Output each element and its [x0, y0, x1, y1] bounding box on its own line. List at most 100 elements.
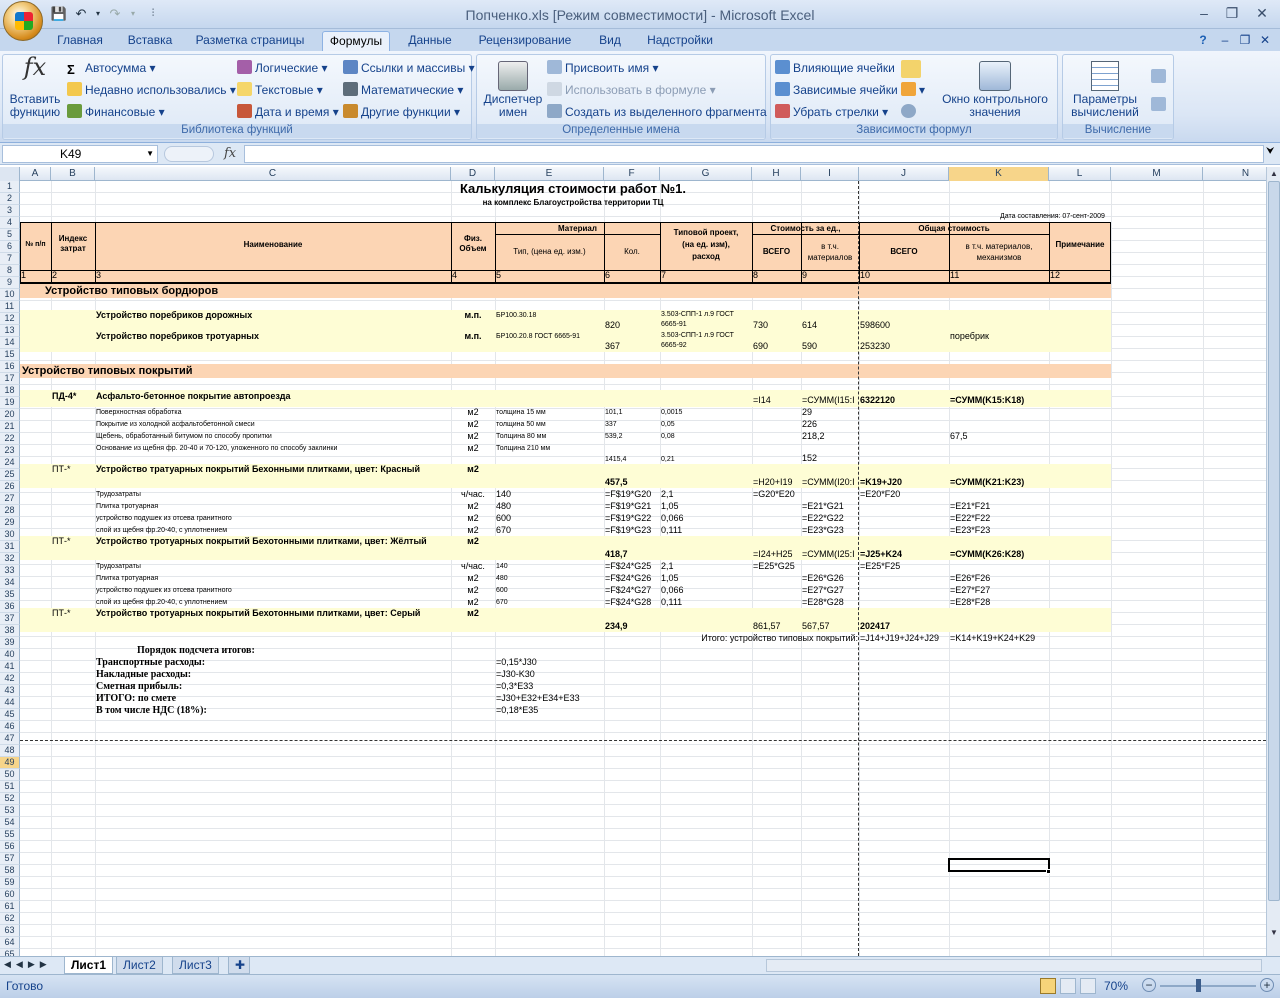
cell[interactable]: 9 [802, 270, 859, 281]
error-checking-icon[interactable]: ▾ [901, 82, 925, 98]
cell[interactable]: м2 [451, 431, 495, 442]
watch-window-button[interactable]: Окно контрольного значения [937, 61, 1053, 119]
tab-insert[interactable]: Вставка [120, 31, 180, 51]
cell[interactable]: 457,5 [605, 477, 660, 488]
row-header[interactable]: 53 [0, 805, 20, 817]
col-header-d[interactable]: D [451, 167, 495, 181]
row-header[interactable]: 35 [0, 589, 20, 601]
row-header[interactable]: 47 [0, 733, 20, 745]
row-header[interactable]: 4 [0, 217, 20, 229]
cell[interactable]: 202417 [860, 621, 949, 632]
minimize-icon[interactable]: ‒ [1192, 4, 1216, 22]
row-header[interactable]: 41 [0, 661, 20, 673]
cell[interactable]: ч/час. [451, 561, 495, 572]
row-header[interactable]: 52 [0, 793, 20, 805]
cell[interactable]: слой из щебня фр.20-40, с уплотнением [96, 597, 451, 608]
cell[interactable]: ч/час. [451, 489, 495, 500]
cell[interactable]: 2,1 [661, 561, 752, 572]
worksheet-grid[interactable]: A B C D E F G H I J K L M N 1 2 3 4 5 6 7 8 9 10 1… [0, 167, 1266, 956]
active-cell[interactable] [948, 858, 1050, 872]
row-header[interactable]: 42 [0, 673, 20, 685]
remove-arrows-button[interactable]: Убрать стрелки ▾ [775, 104, 888, 120]
cell[interactable]: =E25*F25 [860, 561, 949, 572]
cell[interactable]: =F$19*G20 [605, 489, 660, 500]
other-functions-button[interactable]: Другие функции ▾ [343, 104, 460, 120]
evaluate-formula-icon[interactable] [901, 104, 919, 120]
cell[interactable]: 10 [860, 270, 949, 281]
cell[interactable]: 8 [753, 270, 801, 281]
row-header[interactable]: 59 [0, 877, 20, 889]
cell[interactable]: =0,15*J30 [496, 657, 604, 668]
cell[interactable]: 367 [605, 341, 660, 352]
col-header-n[interactable]: N [1203, 167, 1266, 181]
row-header[interactable]: 10 [0, 289, 20, 301]
zoom-slider-thumb[interactable] [1196, 979, 1201, 992]
cell[interactable]: =E25*G25 [753, 561, 801, 572]
cell[interactable]: =J30+E32+E34+E33 [496, 693, 604, 704]
row-header[interactable]: 48 [0, 745, 20, 757]
sheet-nav-icon[interactable]: ◀◀▶▶ [4, 959, 52, 970]
cell[interactable]: Устройство тратуарных покрытий Бехонными… [96, 464, 451, 475]
ribbon-restore-icon[interactable]: ❐ [1236, 31, 1254, 51]
cell[interactable]: =0,3*E33 [496, 681, 604, 692]
zoom-out-icon[interactable]: − [1142, 978, 1156, 992]
ribbon-minimize-icon[interactable]: ‒ [1216, 31, 1234, 51]
scroll-up-icon[interactable]: ▲ [1268, 168, 1280, 180]
cell[interactable]: =СУММ(K15:K18) [950, 395, 1049, 406]
cell[interactable]: 7 [661, 270, 752, 281]
row-header[interactable]: 28 [0, 505, 20, 517]
row-header[interactable]: 14 [0, 337, 20, 349]
cell[interactable]: 1,05 [661, 573, 752, 584]
cell[interactable]: =E21*G21 [802, 501, 859, 512]
zoom-slider[interactable] [1160, 985, 1256, 987]
row-header[interactable]: 65 [0, 949, 20, 956]
cell[interactable]: м2 [451, 536, 495, 547]
cell[interactable]: =СУММ(K21:K23) [950, 477, 1049, 488]
show-formulas-icon[interactable] [901, 60, 924, 80]
cell[interactable]: Сметная прибыль: [96, 681, 451, 692]
cell[interactable]: =E28*F28 [950, 597, 1049, 608]
cell[interactable]: 861,57 [753, 621, 801, 632]
row-header[interactable]: 44 [0, 697, 20, 709]
cell[interactable]: м2 [451, 419, 495, 430]
cell[interactable]: Устройство типовых покрытий [22, 364, 422, 378]
zoom-level[interactable]: 70% [1104, 979, 1128, 993]
datetime-button[interactable]: Дата и время ▾ [237, 104, 339, 120]
row-header[interactable]: 58 [0, 865, 20, 877]
cell[interactable]: =E21*F21 [950, 501, 1049, 512]
cell[interactable]: 670 [496, 525, 604, 536]
cell[interactable]: устройство подушек из отсева гранитного [96, 513, 451, 524]
fill-handle[interactable] [1046, 869, 1051, 874]
cell[interactable]: Устройство тротуарных покрытий Бехотонны… [96, 608, 451, 619]
cell[interactable]: 567,57 [802, 621, 859, 632]
row-header[interactable]: 34 [0, 577, 20, 589]
cell[interactable]: =E23*G23 [802, 525, 859, 536]
cell[interactable]: 218,2 [802, 431, 859, 442]
cell[interactable]: м.п. [451, 331, 495, 342]
cell[interactable]: Трудозатраты [96, 561, 451, 572]
select-all-button[interactable] [0, 167, 20, 181]
cell[interactable]: 598600 [860, 320, 949, 331]
cell[interactable]: 670 [496, 597, 604, 608]
cell[interactable]: 101,1 [605, 407, 660, 418]
row-header[interactable]: 32 [0, 553, 20, 565]
name-box[interactable]: K49 ▼ [2, 145, 158, 163]
row-header[interactable]: 29 [0, 517, 20, 529]
cell[interactable]: Итого: устройство типовых покрытий: [620, 633, 858, 644]
row-header[interactable]: 8 [0, 265, 20, 277]
cell[interactable]: =K14+K19+K24+K29 [950, 633, 1049, 644]
cell[interactable]: м2 [451, 573, 495, 584]
cell[interactable]: =E27*G27 [802, 585, 859, 596]
cell[interactable]: 253230 [860, 341, 949, 352]
cell[interactable]: БР100.20.8 ГОСТ 6665-91 [496, 331, 604, 342]
cell[interactable]: Основание из щебня фр. 20-40 и 70-120, у… [96, 443, 451, 454]
row-header[interactable]: 39 [0, 637, 20, 649]
cell[interactable]: Устройство тротуарных покрытий Бехотонны… [96, 536, 451, 547]
row-header[interactable]: 27 [0, 493, 20, 505]
row-header[interactable]: 45 [0, 709, 20, 721]
cell[interactable]: Плитка тротуарная [96, 501, 451, 512]
col-header-m[interactable]: M [1111, 167, 1203, 181]
cell[interactable]: Порядок подсчета итогов: [137, 645, 437, 656]
cell[interactable]: =СУММ(I15:I [802, 395, 859, 406]
row-header[interactable]: 30 [0, 529, 20, 541]
